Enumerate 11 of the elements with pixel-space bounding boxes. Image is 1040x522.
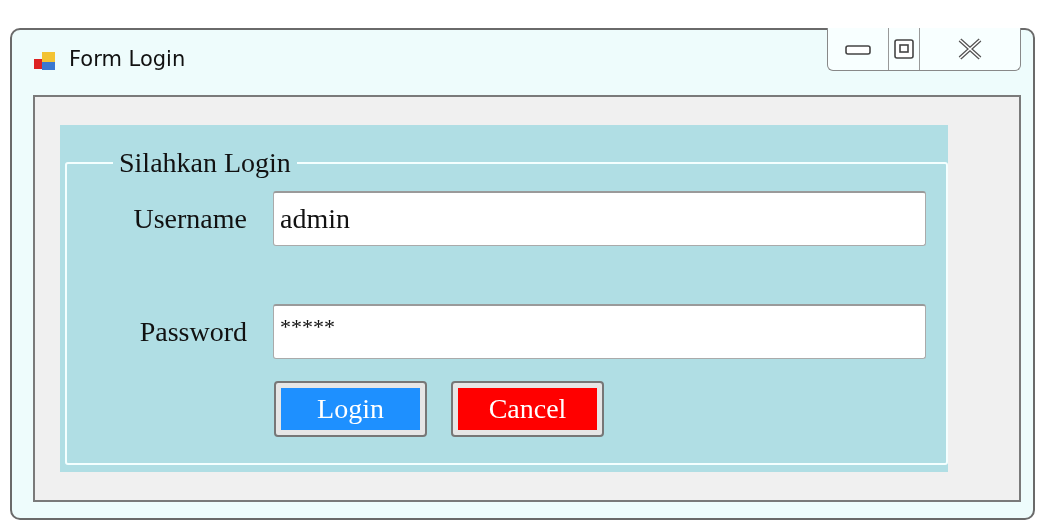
username-field[interactable]: admin <box>273 191 926 246</box>
minimize-icon[interactable] <box>845 43 871 55</box>
cancel-button[interactable]: Cancel <box>451 381 604 437</box>
close-icon[interactable] <box>957 38 983 60</box>
group-title: Silahkan Login <box>118 147 292 179</box>
app-icon <box>33 50 57 72</box>
field-label: Username <box>132 202 247 235</box>
window-title: Form Login <box>69 47 186 71</box>
field-label: Password <box>138 315 247 348</box>
maximize-icon[interactable] <box>894 39 914 59</box>
password-field[interactable]: ***** <box>273 304 926 359</box>
